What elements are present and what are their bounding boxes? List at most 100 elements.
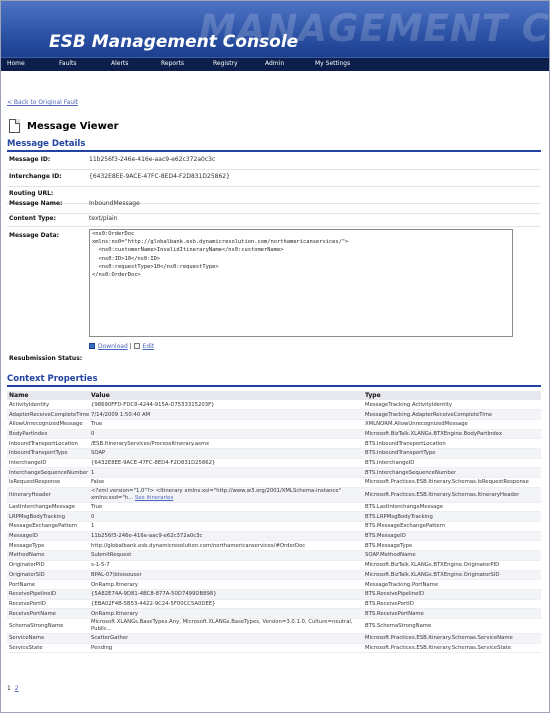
detail-label: Content Type: — [9, 215, 57, 222]
detail-row-content-type: Content Type: text/plain — [7, 215, 541, 227]
nav-item-my-settings[interactable]: My Settings — [315, 60, 350, 67]
table-row: OriginatorPID s-1-5-7 Microsoft.BizTalk.XL… — [7, 560, 541, 571]
cell-type: Microsoft.BizTalk.XLANGs.BTXEngine.Origi… — [363, 570, 541, 581]
cell-name: ActivityIdentity — [7, 400, 89, 411]
page-title: Message Viewer — [27, 121, 119, 132]
cell-type: BTS.InboundTransportLocation — [363, 438, 541, 449]
cell-name: ReceivePipelineID — [7, 589, 89, 600]
edit-link[interactable]: Edit — [143, 343, 155, 350]
resubmission-status-label: Resubmission Status: — [9, 355, 83, 362]
page-link-2[interactable]: 2 — [15, 685, 19, 692]
table-row: AllowUnrecognizedMessage True XMLNORM.Allo… — [7, 419, 541, 430]
table-row: MessageID 11b256f3-246e-416e-aac9-e62c372… — [7, 531, 541, 542]
xml-line: <ns0:customerName>InvalidItineraryName</… — [92, 247, 284, 254]
download-icon[interactable] — [89, 343, 95, 349]
cell-type: BTS.InterchangeSequenceNumber — [363, 467, 541, 478]
detail-value: 11b256f3-246e-416e-aac9-e62c372a0c3c — [89, 156, 216, 163]
cell-name: OriginatorSID — [7, 570, 89, 581]
cell-value: OnRamp.Itinerary — [89, 608, 363, 619]
column-header-value: Value — [89, 391, 363, 400]
cell-name: ServiceName — [7, 633, 89, 644]
cell-type: BTS.ReceivePipelineID — [363, 589, 541, 600]
cell-name: OriginatorPID — [7, 560, 89, 571]
cell-type: Microsoft.Practices.ESB.Itinerary.Schema… — [363, 633, 541, 644]
cell-type: BTS.ReceivePortName — [363, 608, 541, 619]
cell-value: /ESB.ItineraryServices/ProcessItinerary.… — [89, 438, 363, 449]
detail-value: {6432E8EE-9ACE-47FC-8ED4-F2D831D25862} — [89, 173, 230, 180]
cell-value: {98690FFD-FDC8-4244-915A-D7533315203F} — [89, 400, 363, 411]
current-page: 1 — [7, 685, 11, 692]
table-row: ItineraryHeader <?xml version="1.0"?> <It… — [7, 487, 541, 503]
action-separator: | — [129, 343, 132, 350]
nav-item-faults[interactable]: Faults — [59, 60, 77, 67]
cell-name: PortName — [7, 579, 89, 590]
cell-name: LRPMsgBodyTracking — [7, 511, 89, 523]
message-data-textarea[interactable]: <ns0:OrderDoc xmlns:ns0="http://globalba… — [89, 229, 513, 337]
cell-type: Microsoft.Practices.ESB.Itinerary.Schema… — [363, 477, 541, 488]
cell-value: 1 — [89, 467, 363, 478]
detail-row-message-name: Message Name: InboundMessage — [7, 200, 541, 214]
detail-value: InboundMessage — [89, 200, 140, 207]
table-row: InterchangeID {6432E8EE-9ACE-47FC-8ED4-F2… — [7, 458, 541, 469]
app-title: ESB Management Console — [49, 32, 299, 52]
cell-type: BTS.MessageID — [363, 531, 541, 542]
xml-line: xmlns:ns0="http://globalbank.esb.dynamic… — [92, 239, 349, 246]
xml-line: <ns0:ID>10</ns0:ID> — [92, 255, 161, 262]
nav-item-registry[interactable]: Registry — [213, 60, 238, 67]
table-row: MethodName SubmitRequest SOAP.MethodName — [7, 550, 541, 561]
nav-item-home[interactable]: Home — [7, 60, 25, 67]
cell-name: IsRequestResponse — [7, 477, 89, 488]
cell-value: {EBA02F4B-5B53-4422-9C24-5F00CC5A0DEE} — [89, 599, 363, 610]
cell-type: Microsoft.Practices.ESB.Itinerary.Schema… — [363, 643, 541, 654]
cell-type: SOAP.MethodName — [363, 550, 541, 561]
app-banner: MANAGEMENT CONSO ESB Management Console — [1, 1, 549, 57]
detail-label: Message ID: — [9, 156, 51, 163]
download-link[interactable]: Download — [98, 343, 128, 350]
message-details-heading: Message Details — [7, 139, 86, 149]
see-itineraries-link[interactable]: See itineraries — [135, 495, 173, 501]
cell-value: True — [89, 502, 363, 513]
nav-item-admin[interactable]: Admin — [265, 60, 284, 67]
table-row: MessageType http://globalbank.esb.dynamic… — [7, 540, 541, 552]
table-row: MessageExchangePattern 1 BTS.MessageExchan… — [7, 521, 541, 532]
table-row: InboundTransportType SOAP BTS.InboundTrans… — [7, 448, 541, 459]
pagination: 1 2 — [7, 685, 19, 692]
cell-value: 1 — [89, 521, 363, 532]
top-nav: Home Faults Alerts Reports Registry Admi… — [1, 57, 549, 71]
back-to-fault-link[interactable]: < Back to Original Fault — [7, 99, 78, 106]
cell-name: SchemaStrongName — [7, 618, 89, 634]
table-row: LRPMsgBodyTracking 0 BTS.LRPMsgBodyTrackin… — [7, 511, 541, 523]
cell-type: BTS.MessageExchangePattern — [363, 521, 541, 532]
detail-label: Routing URL: — [9, 190, 54, 197]
detail-row-message-id: Message ID: 11b256f3-246e-416e-aac9-e62c… — [7, 156, 541, 170]
cell-value: {6432E8EE-9ACE-47FC-8ED4-F2D831D25862} — [89, 458, 363, 469]
cell-value: SubmitRequest — [89, 550, 363, 561]
nav-item-reports[interactable]: Reports — [161, 60, 184, 67]
cell-value: False — [89, 477, 363, 488]
cell-name: AllowUnrecognizedMessage — [7, 419, 89, 430]
cell-value: 7/14/2009 1:50:40 AM — [89, 409, 363, 420]
message-actions: Download | Edit — [89, 343, 154, 350]
table-row: ServiceState Pending Microsoft.Practices.E… — [7, 643, 541, 654]
table-row: SchemaStrongName Microsoft.XLANGs.BaseTyp… — [7, 618, 541, 634]
cell-name: ItineraryHeader — [7, 487, 89, 503]
cell-name: BodyPartIndex — [7, 429, 89, 440]
detail-label: Interchange ID: — [9, 173, 62, 180]
cell-name: ServiceState — [7, 643, 89, 654]
table-row: InterchangeSequenceNumber 1 BTS.Interchang… — [7, 467, 541, 478]
message-data-label: Message Data: — [9, 232, 60, 239]
cell-value: True — [89, 419, 363, 430]
column-header-type: Type — [363, 391, 541, 400]
cell-value: <?xml version="1.0"?> <Itinerary xmlns:x… — [89, 487, 363, 503]
table-row: AdapterReceiveCompleteTime 7/14/2009 1:50… — [7, 409, 541, 420]
context-properties-table: Name Value Type ActivityIdentity {98690FF… — [7, 391, 541, 654]
xml-line: <ns0:requestType>10</ns0:requestType> — [92, 263, 219, 270]
cell-value: SOAP — [89, 448, 363, 459]
nav-item-alerts[interactable]: Alerts — [111, 60, 128, 67]
cell-value: 0 — [89, 429, 363, 440]
cell-type: Microsoft.BizTalk.XLANGs.BTXEngine.BodyP… — [363, 429, 541, 440]
edit-icon[interactable] — [133, 343, 140, 349]
cell-name: ReceivePortName — [7, 608, 89, 619]
context-properties-heading: Context Properties — [7, 374, 98, 384]
column-header-name: Name — [7, 391, 89, 400]
